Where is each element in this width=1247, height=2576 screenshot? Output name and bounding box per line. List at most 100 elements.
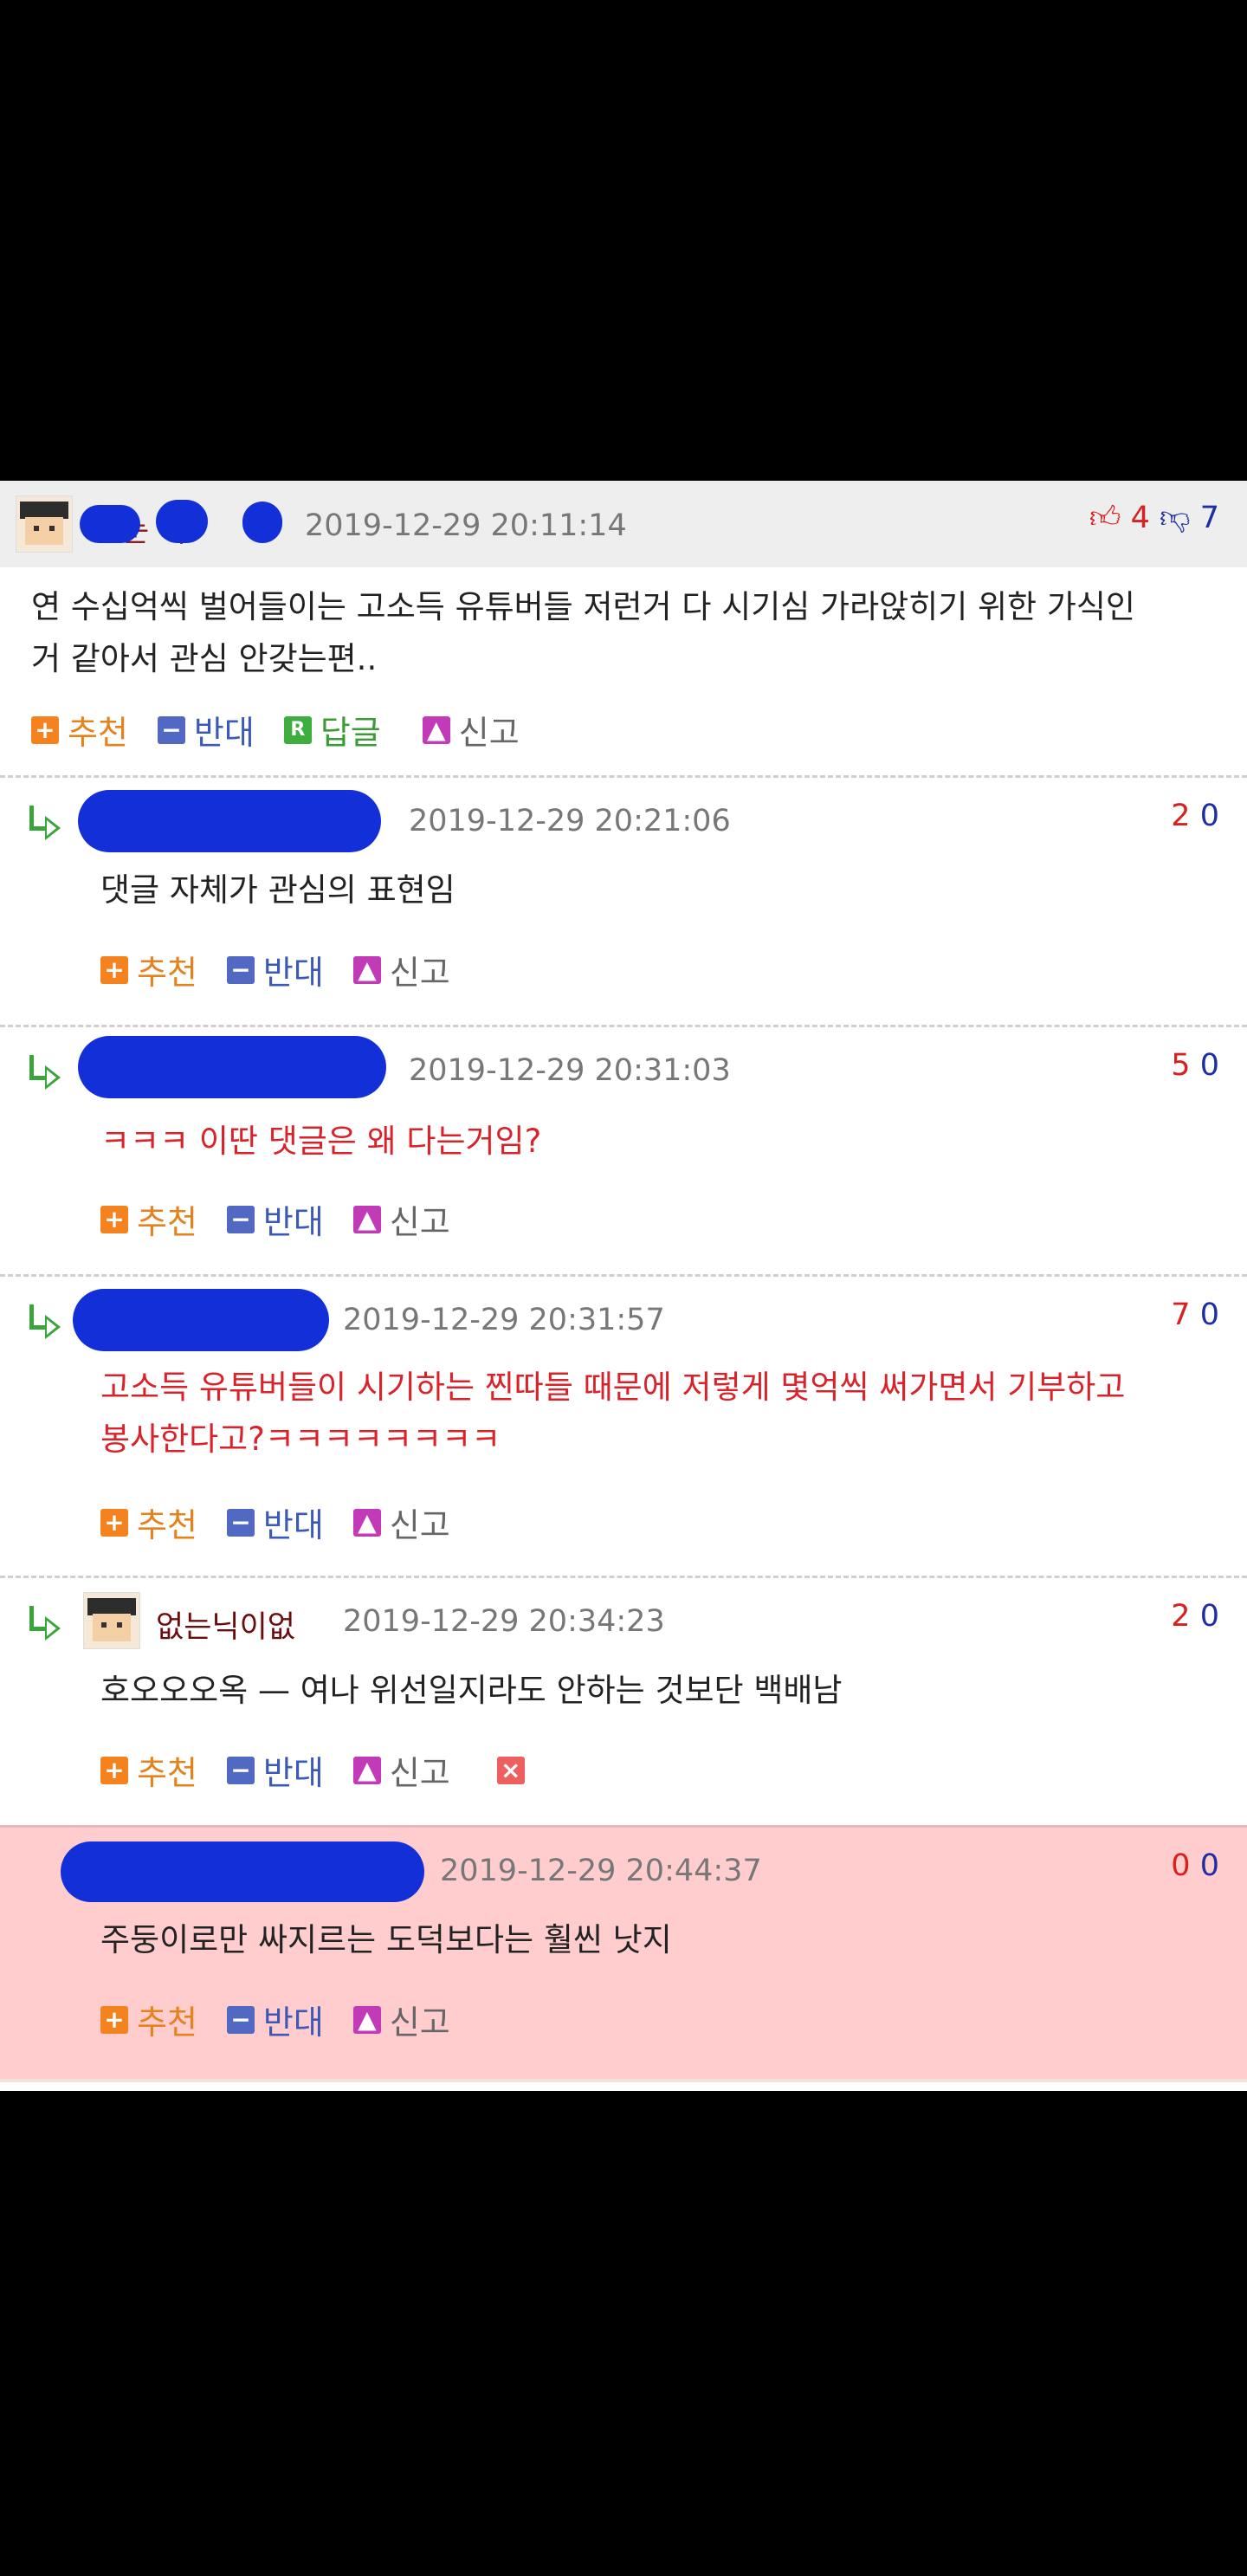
oppose-button[interactable]: − 반대 (157, 706, 255, 754)
oppose-button[interactable]: − 반대 (226, 946, 324, 994)
redaction-mark (156, 500, 208, 543)
up-count: 4 (1130, 501, 1150, 535)
minus-icon: − (226, 1508, 255, 1537)
minus-icon: − (226, 1205, 255, 1233)
comment-actions: + 추천 − 반대 ▲ 신고 (100, 1195, 480, 1243)
siren-icon: ▲ (422, 715, 450, 744)
report-button[interactable]: ▲ 신고 (352, 1746, 450, 1794)
recommend-button[interactable]: + 추천 (100, 1498, 197, 1546)
minus-icon: − (226, 1756, 255, 1784)
siren-icon: ▲ (352, 1205, 381, 1233)
comment-text: 주둥이로만 싸지르는 도덕보다는 훨씬 낫지 (100, 1921, 672, 1958)
comment-time: 2019-12-29 20:44:37 (440, 1854, 762, 1888)
up-count: 7 (1171, 1298, 1191, 1332)
minus-icon: − (226, 2005, 255, 2034)
down-count: 0 (1199, 1298, 1219, 1332)
recommend-button[interactable]: + 추천 (100, 946, 197, 994)
comment-text-line: 연 수십억씩 벌어들이는 고소득 유튜버들 저런거 다 시기심 가라앉히기 위한… (31, 588, 1135, 625)
down-count: 0 (1199, 1048, 1219, 1083)
redaction-mark (73, 1289, 329, 1351)
reply-row: 2019-12-29 20:21:06 2 0 댓글 자체가 관심의 표현임 +… (0, 775, 1247, 1025)
redaction-mark (78, 790, 381, 852)
bottom-black-bar (0, 2091, 1247, 2576)
comment-actions: + 추천 − 반대 R 답글 ▲ 신고 (31, 706, 549, 754)
comment-text-line: 고소득 유튜버들이 시기하는 찐따들 때문에 저렇게 몇억씩 써가면서 기부하고 (100, 1369, 1126, 1406)
reply-row-highlighted: 2019-12-29 20:44:37 0 0 주둥이로만 싸지르는 도덕보다는… (0, 1825, 1247, 2079)
comment-actions: + 추천 − 반대 ▲ 신고 (100, 1498, 480, 1546)
vote-counts: 7 0 (1171, 1298, 1219, 1332)
main-comment-body: 연 수십억씩 벌어들이는 고소득 유튜버들 저런거 다 시기심 가라앉히기 위한… (0, 567, 1247, 775)
down-count: 0 (1199, 1599, 1219, 1634)
redaction-mark (78, 1036, 386, 1098)
comment-text: 호오오오옥 — 여나 위선일지라도 안하는 것보단 백배남 (100, 1672, 843, 1709)
vote-counts: 2 0 (1171, 799, 1219, 833)
siren-icon: ▲ (352, 2005, 381, 2034)
oppose-button[interactable]: − 반대 (226, 1195, 324, 1243)
reply-arrow-icon (26, 806, 64, 844)
vote-counts: 0 0 (1171, 1848, 1219, 1883)
recommend-button[interactable]: + 추천 (100, 1996, 197, 2043)
comment-actions: + 추천 − 반대 ▲ 신고 × (100, 1746, 563, 1794)
redaction-mark (61, 1841, 424, 1902)
comment-text: 댓글 자체가 관심의 표현임 (100, 871, 456, 909)
report-button[interactable]: ▲ 신고 (352, 1996, 450, 2043)
minus-icon: − (157, 715, 185, 744)
plus-icon: + (100, 1508, 128, 1537)
reply-row: 없는닉이없 2019-12-29 20:34:23 2 0 호오오오옥 — 여나… (0, 1576, 1247, 1825)
report-button[interactable]: ▲ 신고 (352, 1195, 450, 1243)
redaction-mark (242, 502, 282, 543)
comment-text: 연 수십억씩 벌어들이는 고소득 유튜버들 저런거 다 시기심 가라앉히기 위한… (31, 581, 1135, 685)
comment-text-line: 봉사한다고?ㅋㅋㅋㅋㅋㅋㅋㅋ (100, 1421, 501, 1458)
user-avatar[interactable] (83, 1592, 140, 1649)
recommend-button[interactable]: + 추천 (100, 1195, 197, 1243)
plus-icon: + (100, 1756, 128, 1784)
down-count: 0 (1199, 799, 1219, 833)
reply-arrow-icon (26, 1304, 64, 1343)
siren-icon: ▲ (352, 1756, 381, 1784)
comment-text-line: 거 같아서 관심 안갖는편.. (31, 640, 378, 677)
up-count: 5 (1171, 1048, 1191, 1083)
report-button[interactable]: ▲ 신고 (352, 1498, 450, 1546)
panel-bottom-border (0, 2079, 1247, 2091)
reply-button[interactable]: R 답글 (283, 706, 381, 754)
reply-row: 2019-12-29 20:31:57 7 0 고소득 유튜버들이 시기하는 찐… (0, 1274, 1247, 1576)
comment-panel: 눈 미 2019-12-29 20:11:14 👍︎ 4 👎︎ 7 연 수십억씩… (0, 481, 1247, 2091)
recommend-button[interactable]: + 추천 (100, 1746, 197, 1794)
thumbs-up-icon[interactable]: 👍︎ (1089, 501, 1121, 535)
report-button[interactable]: ▲ 신고 (422, 706, 520, 754)
thumbs-down-icon[interactable]: 👎︎ (1160, 501, 1191, 535)
siren-icon: ▲ (352, 1508, 381, 1537)
vote-counts: 2 0 (1171, 1599, 1219, 1634)
comment-time: 2019-12-29 20:31:03 (409, 1053, 731, 1088)
username[interactable]: 없는닉이없 (156, 1602, 295, 1647)
siren-icon: ▲ (352, 955, 381, 984)
user-avatar[interactable] (16, 495, 73, 553)
reply-arrow-icon (26, 1606, 64, 1644)
oppose-button[interactable]: − 반대 (226, 1996, 324, 2043)
redaction-mark (80, 505, 140, 543)
plus-icon: + (100, 955, 128, 984)
delete-button[interactable]: × (496, 1756, 533, 1784)
up-count: 2 (1171, 799, 1191, 833)
recommend-button[interactable]: + 추천 (31, 706, 128, 754)
comment-time: 2019-12-29 20:21:06 (409, 804, 731, 838)
oppose-button[interactable]: − 반대 (226, 1498, 324, 1546)
oppose-button[interactable]: − 반대 (226, 1746, 324, 1794)
plus-icon: + (100, 1205, 128, 1233)
comment-text: ㅋㅋㅋ 이딴 댓글은 왜 다는거임? (100, 1123, 542, 1160)
plus-icon: + (31, 715, 59, 744)
plus-icon: + (100, 2005, 128, 2034)
reply-icon: R (283, 715, 312, 744)
down-count: 0 (1199, 1848, 1219, 1883)
top-black-bar (0, 0, 1247, 481)
up-count: 0 (1171, 1848, 1191, 1883)
down-count: 7 (1199, 501, 1219, 535)
up-count: 2 (1171, 1599, 1191, 1634)
reply-arrow-icon (26, 1055, 64, 1093)
vote-counts: 5 0 (1171, 1048, 1219, 1083)
comment-actions: + 추천 − 반대 ▲ 신고 (100, 1996, 480, 2043)
comment-text: 고소득 유튜버들이 시기하는 찐따들 때문에 저렇게 몇억씩 써가면서 기부하고… (100, 1362, 1125, 1466)
main-comment-header: 눈 미 2019-12-29 20:11:14 👍︎ 4 👎︎ 7 (0, 481, 1247, 567)
close-icon: × (496, 1756, 525, 1784)
report-button[interactable]: ▲ 신고 (352, 946, 450, 994)
